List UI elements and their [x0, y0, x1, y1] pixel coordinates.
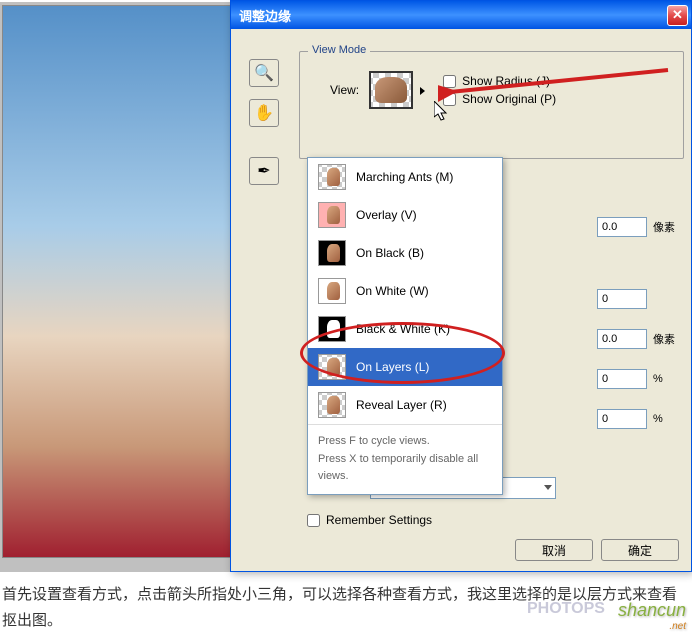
- unit-label: 像素: [653, 331, 679, 347]
- document-image: [2, 5, 242, 558]
- dropdown-item-label: On Layers (L): [356, 360, 429, 374]
- view-thumbnail-dropdown[interactable]: [369, 71, 413, 109]
- unit-label: 像素: [653, 219, 679, 235]
- thumb-icon: [318, 278, 346, 304]
- dropdown-item-on-black[interactable]: On Black (B): [308, 234, 502, 272]
- remember-settings-checkbox[interactable]: [307, 514, 320, 527]
- dropdown-footer: Press F to cycle views. Press X to tempo…: [308, 424, 502, 494]
- dropdown-item-label: Reveal Layer (R): [356, 398, 447, 412]
- dropdown-item-on-white[interactable]: On White (W): [308, 272, 502, 310]
- thumb-icon: [318, 202, 346, 228]
- zoom-tool[interactable]: 🔍: [249, 59, 279, 87]
- show-original-label: Show Original (P): [462, 92, 556, 106]
- dropdown-item-label: On White (W): [356, 284, 429, 298]
- magnifier-icon: 🔍: [254, 63, 274, 83]
- thumb-icon: [318, 392, 346, 418]
- watermark-text: shancun: [618, 600, 686, 620]
- close-icon: ✕: [672, 7, 683, 23]
- refine-edge-dialog: 调整边缘 ✕ 🔍 ✋ ✒ View Mode View:: [230, 0, 692, 572]
- dropdown-item-black-white[interactable]: Black & White (K): [308, 310, 502, 348]
- thumb-icon: [318, 240, 346, 266]
- dropdown-item-label: On Black (B): [356, 246, 424, 260]
- dropdown-item-label: Black & White (K): [356, 322, 450, 336]
- remember-row: Remember Settings: [307, 513, 432, 527]
- image-placeholder: [3, 6, 241, 557]
- dropdown-item-on-layers[interactable]: On Layers (L): [308, 348, 502, 386]
- footer-line1: Press F to cycle views.: [318, 433, 492, 451]
- remember-settings-label: Remember Settings: [326, 513, 432, 527]
- dialog-body: 🔍 ✋ ✒ View Mode View: Show Radius (J): [231, 29, 691, 571]
- canvas-area: [0, 2, 245, 572]
- unit-label: %: [653, 413, 679, 425]
- footer-line2: Press X to temporarily disable all views…: [318, 451, 492, 486]
- view-mode-dropdown-panel: Marching Ants (M) Overlay (V) On Black (…: [307, 157, 503, 495]
- right-fields: 像素 像素 % %: [597, 217, 679, 429]
- unit-label: %: [653, 373, 679, 385]
- contrast-input[interactable]: [597, 369, 647, 389]
- hand-tool[interactable]: ✋: [249, 99, 279, 127]
- radius-input[interactable]: [597, 217, 647, 237]
- watermark-bg: PHOTOPS: [527, 600, 627, 622]
- watermark: shancun .net: [618, 600, 686, 632]
- thumbnail-preview: [375, 77, 407, 103]
- dropdown-item-marching-ants[interactable]: Marching Ants (M): [308, 158, 502, 196]
- brush-icon: ✒: [257, 161, 270, 181]
- thumb-icon: [318, 354, 346, 380]
- show-original-checkbox[interactable]: [443, 93, 456, 106]
- show-radius-label: Show Radius (J): [462, 74, 550, 88]
- shift-edge-input[interactable]: [597, 409, 647, 429]
- dropdown-item-overlay[interactable]: Overlay (V): [308, 196, 502, 234]
- tool-column: 🔍 ✋ ✒: [249, 59, 279, 185]
- dialog-title: 调整边缘: [239, 6, 291, 25]
- smooth-input[interactable]: [597, 289, 647, 309]
- view-mode-fieldset: View Mode View: Show Radius (J) Show Ori…: [299, 51, 684, 159]
- view-mode-legend: View Mode: [308, 44, 370, 56]
- view-label: View:: [330, 83, 359, 97]
- dialog-buttons: 取消 确定: [515, 539, 679, 561]
- dialog-titlebar[interactable]: 调整边缘 ✕: [231, 1, 691, 29]
- refine-brush-tool[interactable]: ✒: [249, 157, 279, 185]
- feather-input[interactable]: [597, 329, 647, 349]
- cancel-button[interactable]: 取消: [515, 539, 593, 561]
- dropdown-item-label: Marching Ants (M): [356, 170, 453, 184]
- show-radius-checkbox[interactable]: [443, 75, 456, 88]
- watermark-suffix: .net: [618, 621, 686, 632]
- thumb-icon: [318, 316, 346, 342]
- ok-button[interactable]: 确定: [601, 539, 679, 561]
- dropdown-item-reveal-layer[interactable]: Reveal Layer (R): [308, 386, 502, 424]
- close-button[interactable]: ✕: [667, 5, 688, 26]
- thumb-icon: [318, 164, 346, 190]
- dropdown-item-label: Overlay (V): [356, 208, 417, 222]
- hand-icon: ✋: [254, 103, 274, 123]
